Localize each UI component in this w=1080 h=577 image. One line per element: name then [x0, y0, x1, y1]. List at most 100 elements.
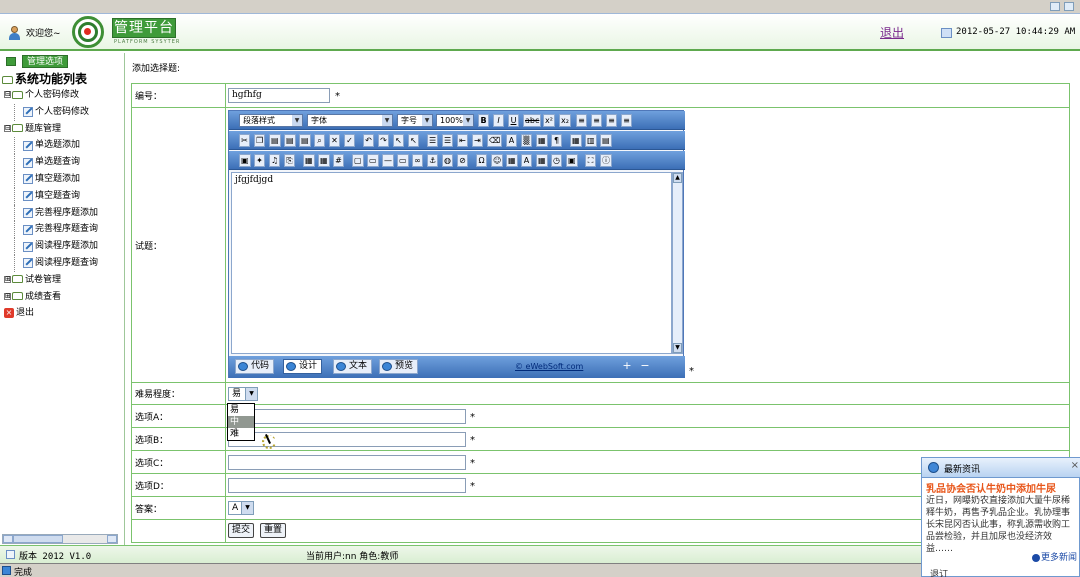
- cut-icon[interactable]: ✂: [239, 134, 250, 147]
- sidebar-header-label[interactable]: 管理选项: [22, 55, 69, 68]
- sidebar-item[interactable]: ⊟ 题库管理: [2, 121, 123, 138]
- shrink-editor-icon[interactable]: −: [639, 360, 651, 372]
- anchor-icon[interactable]: ⚓: [427, 154, 439, 167]
- unsubscribe-link[interactable]: 退订: [930, 567, 948, 577]
- link-icon[interactable]: ∞: [412, 154, 423, 167]
- time-icon[interactable]: ◷: [551, 154, 562, 167]
- sidebar-item[interactable]: 阅读程序题添加: [2, 238, 123, 255]
- paste-word-icon[interactable]: ▤: [299, 134, 311, 147]
- font-select[interactable]: 字体 ▼: [307, 114, 393, 127]
- align-justify-icon[interactable]: ≡: [621, 114, 632, 127]
- paragraph-style-select[interactable]: 段落样式 ▼: [239, 114, 303, 127]
- emoticon-icon[interactable]: ☺: [491, 154, 504, 167]
- paste-icon[interactable]: ▤: [269, 134, 281, 147]
- italic-icon[interactable]: I: [493, 114, 504, 127]
- fullscreen-icon[interactable]: ⛶: [585, 154, 596, 167]
- scroll-down-icon[interactable]: ▼: [673, 343, 682, 353]
- option-c-input[interactable]: [228, 455, 466, 470]
- difficulty-option-highlighted[interactable]: 中: [228, 416, 254, 428]
- close-icon[interactable]: ×: [1071, 460, 1079, 471]
- expand-toggle-icon[interactable]: ⊞: [4, 275, 11, 283]
- text-color-icon[interactable]: A: [506, 134, 517, 147]
- undo-icon[interactable]: ↶: [363, 134, 374, 147]
- answer-select[interactable]: A ▼: [228, 501, 254, 515]
- editor-vertical-scrollbar[interactable]: ▲ ▼: [672, 172, 683, 354]
- subscript-icon[interactable]: x₂: [559, 114, 571, 127]
- delete-icon[interactable]: ✕: [329, 134, 340, 147]
- mode-preview-tab[interactable]: 预览: [379, 359, 419, 374]
- excel-icon[interactable]: ▦: [506, 154, 518, 167]
- sidebar-item[interactable]: × 退出: [2, 305, 123, 322]
- symbol-icon[interactable]: Ω: [476, 154, 487, 167]
- window-close-icon[interactable]: [1064, 2, 1074, 11]
- difficulty-select[interactable]: 易 ▼: [228, 387, 258, 401]
- underline-icon[interactable]: U: [508, 114, 519, 127]
- sidebar-item[interactable]: 完善程序题添加: [2, 204, 123, 222]
- unordered-list-icon[interactable]: ☰: [442, 134, 454, 147]
- editor-content[interactable]: jfgjfdjgd: [231, 172, 672, 354]
- find-icon[interactable]: ⌕: [314, 134, 325, 147]
- scroll-up-icon[interactable]: ▲: [673, 173, 682, 183]
- art-text-icon[interactable]: A: [521, 154, 532, 167]
- sidebar-item[interactable]: 单选题添加: [2, 137, 123, 155]
- scroll-right-icon[interactable]: [107, 535, 117, 543]
- mode-design-tab[interactable]: 设计: [283, 359, 323, 374]
- zoom-select[interactable]: 100% ▼: [436, 114, 474, 127]
- sidebar-item[interactable]: 填空题查询: [2, 187, 123, 205]
- difficulty-option[interactable]: 易: [228, 404, 254, 416]
- bold-icon[interactable]: B: [478, 114, 489, 127]
- textbox-icon[interactable]: ▭: [397, 154, 409, 167]
- expand-toggle-icon[interactable]: ⊞: [4, 292, 11, 300]
- option-a-input[interactable]: [228, 409, 466, 424]
- mode-code-tab[interactable]: 代码: [235, 359, 275, 374]
- strikethrough-icon[interactable]: abc: [523, 114, 542, 127]
- align-left-icon[interactable]: ≡: [576, 114, 587, 127]
- hr-icon[interactable]: —: [382, 154, 394, 167]
- about-icon[interactable]: ⓘ: [600, 154, 612, 167]
- sidebar-item[interactable]: 完善程序题查询: [2, 221, 123, 239]
- grid-icon[interactable]: #: [333, 154, 344, 167]
- sidebar-item[interactable]: ⊞ 试卷管理: [2, 272, 123, 289]
- preview-icon[interactable]: ▣: [566, 154, 578, 167]
- indent-decrease-icon[interactable]: ⇤: [457, 134, 468, 147]
- align-right-icon[interactable]: ≡: [606, 114, 617, 127]
- sidebar-item[interactable]: ⊟ 个人密码修改: [2, 87, 123, 104]
- number-input[interactable]: hgfhfg: [228, 88, 330, 103]
- table-props-icon[interactable]: ▦: [318, 154, 330, 167]
- indent-increase-icon[interactable]: ⇥: [472, 134, 483, 147]
- insert-table-icon[interactable]: ▦: [303, 154, 315, 167]
- attachment-icon[interactable]: ⎘: [284, 154, 295, 167]
- expand-toggle-icon[interactable]: ⊟: [4, 91, 11, 98]
- difficulty-option[interactable]: 难: [228, 428, 254, 440]
- scroll-thumb[interactable]: [13, 535, 63, 543]
- frame-icon[interactable]: ▢: [352, 154, 364, 167]
- select-icon[interactable]: ↖: [393, 134, 404, 147]
- paragraph-icon[interactable]: ¶: [551, 134, 562, 147]
- option-d-input[interactable]: [228, 478, 466, 493]
- sidebar-item[interactable]: 个人密码修改: [2, 103, 123, 121]
- sidebar-item[interactable]: 单选题查询: [2, 154, 123, 171]
- reset-button[interactable]: 重置: [260, 523, 287, 538]
- redo-icon[interactable]: ↷: [378, 134, 389, 147]
- copy-icon[interactable]: ❐: [254, 134, 266, 147]
- table-icon[interactable]: ▦: [570, 134, 582, 147]
- form-icon[interactable]: ▥: [585, 134, 597, 147]
- align-center-icon[interactable]: ≡: [591, 114, 602, 127]
- paste-text-icon[interactable]: ▤: [284, 134, 296, 147]
- sidebar-item[interactable]: 填空题添加: [2, 170, 123, 188]
- image-icon[interactable]: ▣: [239, 154, 251, 167]
- scroll-left-icon[interactable]: [3, 535, 13, 543]
- expand-editor-icon[interactable]: +: [621, 360, 633, 372]
- more-news-link[interactable]: 更多新闻: [1031, 550, 1077, 563]
- mode-text-tab[interactable]: 文本: [333, 359, 373, 374]
- layer-icon[interactable]: ▤: [600, 134, 612, 147]
- submit-button[interactable]: 提交: [228, 523, 255, 538]
- marquee-icon[interactable]: ▭: [367, 154, 379, 167]
- globe-icon[interactable]: ◍: [442, 154, 453, 167]
- sidebar-item[interactable]: ⊞ 成绩查看: [2, 289, 123, 306]
- superscript-icon[interactable]: x²: [543, 114, 555, 127]
- sidebar-item[interactable]: 阅读程序题查询: [2, 254, 123, 272]
- clear-format-icon[interactable]: ⌫: [487, 134, 503, 147]
- sidebar-horizontal-scrollbar[interactable]: [2, 534, 118, 544]
- editor-copyright-link[interactable]: © eWebSoft.com: [515, 362, 583, 371]
